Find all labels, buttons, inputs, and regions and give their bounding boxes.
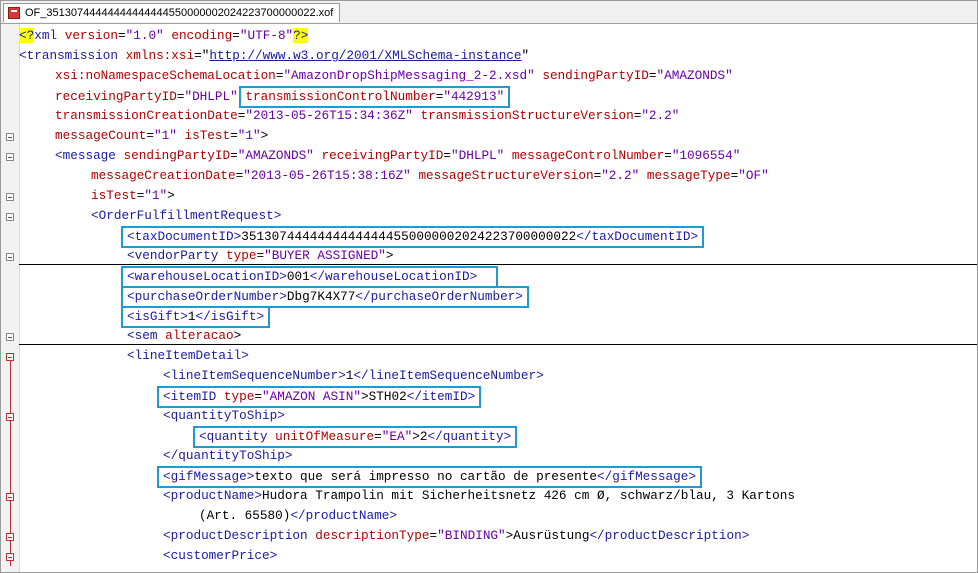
quantity-to-ship-close-line: </quantityToShip> [163,448,293,463]
is-gift-line: <isGift>1</isGift> [19,306,271,328]
nsloc-line: xsi:noNamespaceSchemaLocation="AmazonDro… [55,68,733,83]
line-item-detail-line: <lineItemDetail> [127,348,249,363]
item-id-line: <itemID type="AMAZON ASIN">STH02</itemID… [19,386,482,408]
fold-toggle-icon[interactable] [6,213,14,221]
product-name-line: <productName>Hudora Trampolin mit Sicher… [163,488,795,503]
vendor-party-line: <vendorParty type="BUYER ASSIGNED"> [127,248,394,263]
code-editor[interactable]: <?xml version="1.0" encoding="UTF-8"?> <… [1,24,977,572]
highlight-box-gif-message: <gifMessage>texto que será impresso no c… [157,466,702,488]
quantity-to-ship-open-line: <quantityToShip> [163,408,285,423]
quantity-line: <quantity unitOfMeasure="EA">2</quantity… [19,426,518,448]
line-item-sequence-line: <lineItemSequenceNumber>1</lineItemSeque… [163,368,544,383]
highlight-box-transmission-control: transmissionControlNumber="442913" [239,86,511,108]
fold-toggle-icon[interactable] [6,533,14,541]
fold-toggle-icon[interactable] [6,153,14,161]
customer-price-line: <customerPrice> [163,548,278,563]
xml-editor-window: OF_3513074444444444444455000000202422370… [0,0,978,573]
tab-bar: OF_3513074444444444444455000000202422370… [1,1,977,24]
fold-toggle-icon[interactable] [6,333,14,341]
file-tab[interactable]: OF_3513074444444444444455000000202422370… [3,3,341,22]
highlight-box-quantity: <quantity unitOfMeasure="EA">2</quantity… [193,426,518,448]
message-count-line: messageCount="1" isTest="1"> [55,128,269,143]
fold-toggle-icon[interactable] [6,253,14,261]
highlight-box-item-id: <itemID type="AMAZON ASIN">STH02</itemID… [157,386,482,408]
fold-toggle-icon[interactable] [6,353,14,361]
purchase-order-line: <purchaseOrderNumber>Dbg7K4X77</purchase… [19,286,529,308]
highlight-box-tax-document: <taxDocumentID>3513074444444444444455000… [121,226,705,248]
creation-date-line: transmissionCreationDate="2013-05-26T15:… [55,108,680,123]
fold-toggle-icon[interactable] [6,493,14,501]
fold-toggle-icon[interactable] [6,413,14,421]
highlight-box-warehouse: <warehouseLocationID>001</warehouseLocat… [121,266,499,288]
receiving-line: receivingPartyID="DHLPL" transmissionCon… [19,86,511,108]
message-istest-line: isTest="1"> [91,188,175,203]
xml-declaration-line: <?xml version="1.0" encoding="UTF-8"?> [19,28,309,43]
fold-toggle-icon[interactable] [6,553,14,561]
order-fulfillment-line: <OrderFulfillmentRequest> [91,208,282,223]
product-description-line: <productDescription descriptionType="BIN… [163,528,750,543]
transmission-open-line: <transmission xmlns:xsi="http://www.w3.o… [19,48,530,63]
fold-toggle-icon[interactable] [6,193,14,201]
file-icon [8,7,20,19]
highlight-box-purchase-order: <purchaseOrderNumber>Dbg7K4X77</purchase… [121,286,529,308]
message-date-line: messageCreationDate="2013-05-26T15:38:16… [91,168,769,183]
tax-document-line: <taxDocumentID>3513074444444444444455000… [19,226,705,248]
sem-alteracao-line: <sem alteracao> [127,328,242,343]
file-tab-label: OF_3513074444444444444455000000202422370… [25,7,334,19]
highlight-box-is-gift: <isGift>1</isGift> [121,306,271,328]
gif-message-line: <gifMessage>texto que será impresso no c… [19,466,702,488]
message-open-line: <message sendingPartyID="AMAZONDS" recei… [55,148,741,163]
fold-toggle-icon[interactable] [6,133,14,141]
product-name-continuation-line: (Art. 65580)</productName> [199,508,397,523]
warehouse-line: <warehouseLocationID>001</warehouseLocat… [19,266,499,288]
